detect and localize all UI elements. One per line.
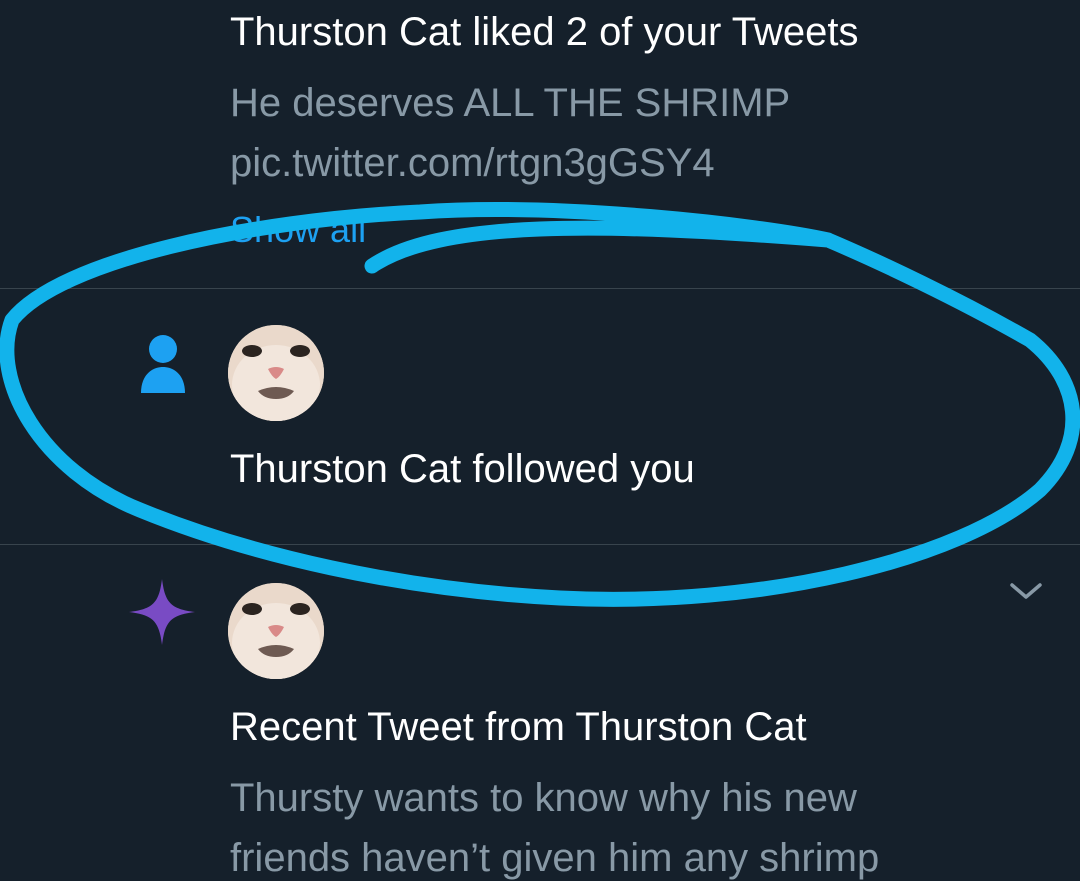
notifications-timeline: Thurston Cat liked 2 of your Tweets He d… (0, 0, 1080, 881)
notification-likes[interactable]: Thurston Cat liked 2 of your Tweets He d… (0, 0, 1080, 288)
tweet-preview-line-1: Thursty wants to know why his new (230, 776, 857, 820)
sparkle-icon (127, 577, 197, 647)
show-all-link[interactable]: Show all (230, 208, 366, 252)
tweet-preview-line-2[interactable]: pic.twitter.com/rtgn3gGSY4 (230, 134, 715, 192)
notification-follow[interactable]: Thurston Cat followed you (0, 289, 1080, 544)
notification-text: Thurston Cat liked 2 of your Tweets (230, 10, 859, 54)
avatar[interactable] (228, 583, 324, 679)
tweet-preview-line-1: He deserves ALL THE SHRIMP (230, 81, 791, 125)
notification-text: Thurston Cat followed you (230, 447, 695, 491)
chevron-down-icon[interactable] (1008, 579, 1044, 603)
avatar[interactable] (228, 325, 324, 421)
tweet-preview-line-2: friends haven’t given him any shrimp (230, 836, 880, 880)
notification-text: Recent Tweet from Thurston Cat (230, 705, 807, 749)
person-icon (138, 333, 188, 395)
notification-recent-tweet[interactable]: Recent Tweet from Thurston Cat Thursty w… (0, 545, 1080, 881)
